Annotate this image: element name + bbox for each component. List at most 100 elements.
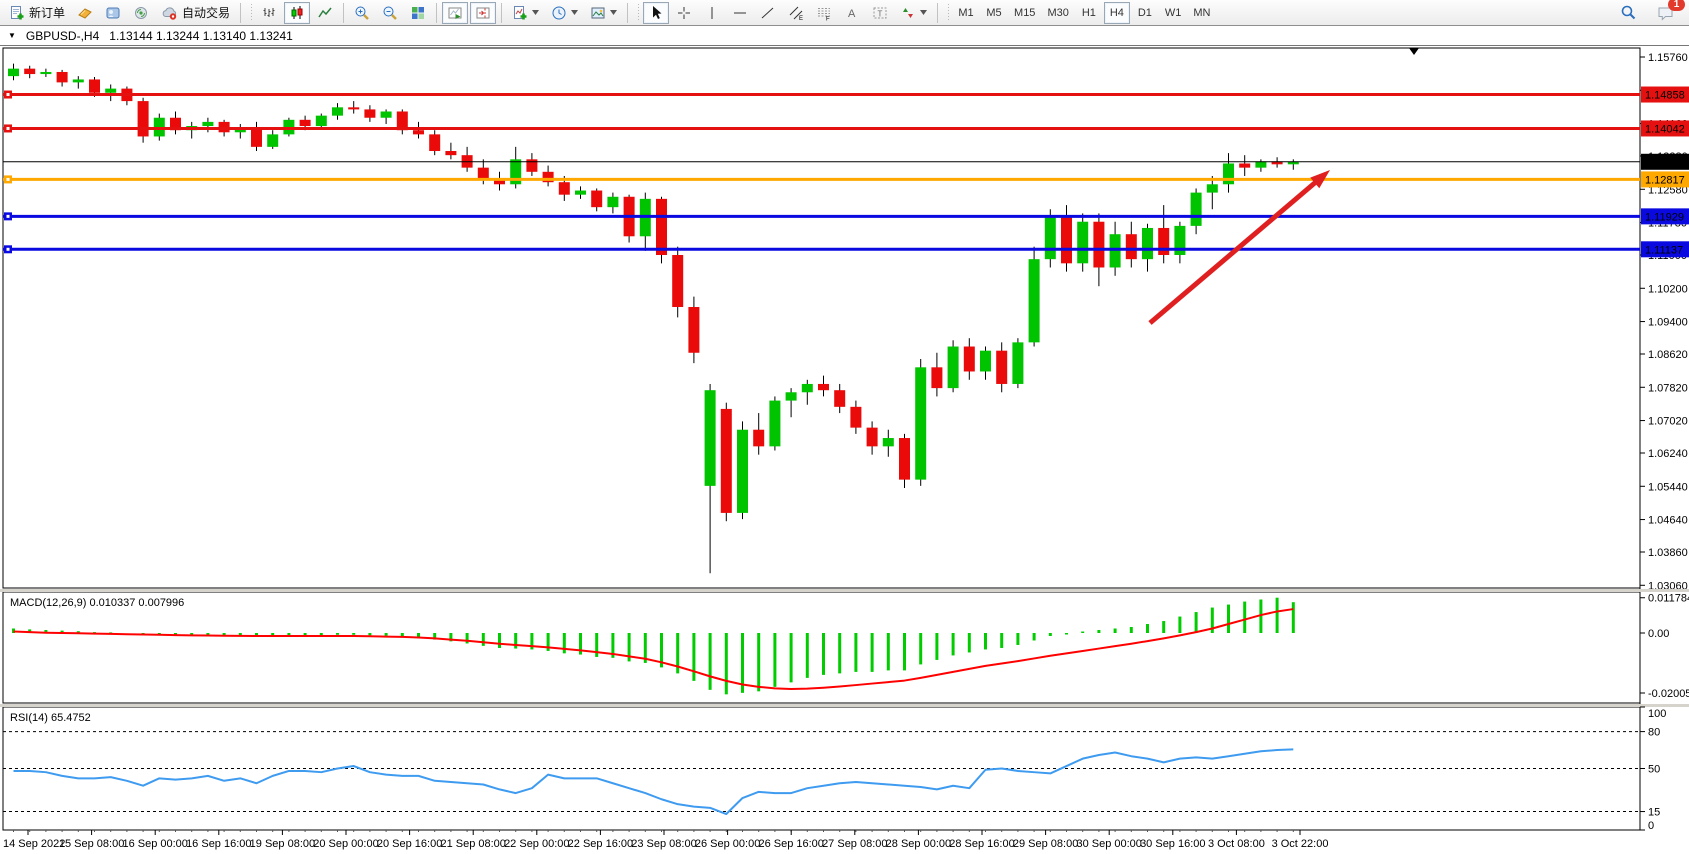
candle-down <box>138 101 149 136</box>
timeframe-button-M30[interactable]: M30 <box>1042 2 1073 24</box>
timeframe-button-M1[interactable]: M1 <box>953 2 979 24</box>
signals-button[interactable] <box>128 2 154 24</box>
trendline-button[interactable] <box>755 2 781 24</box>
candle-up <box>1077 222 1088 264</box>
candle-up <box>316 116 327 126</box>
price-tick-label: 1.06240 <box>1648 448 1688 460</box>
line-handle-center <box>7 93 10 96</box>
timeframe-button-MN[interactable]: MN <box>1188 2 1215 24</box>
candle-up <box>737 430 748 513</box>
templates-button[interactable] <box>585 2 622 24</box>
time-tick-label: 26 Sep 16:00 <box>758 838 823 850</box>
tile-windows-button[interactable] <box>405 2 431 24</box>
price-tick-label: 1.10200 <box>1648 283 1688 295</box>
chart-shift-icon <box>475 5 491 21</box>
candle-down <box>559 182 570 194</box>
cursor-button[interactable] <box>643 2 669 24</box>
crosshair-button[interactable] <box>671 2 697 24</box>
text-button[interactable]: A <box>839 2 865 24</box>
bar-chart-button[interactable] <box>256 2 282 24</box>
macd-label: MACD(12,26,9) 0.010337 0.007996 <box>10 597 184 609</box>
mt4-window: 新订单 自动交易 <box>0 0 1689 854</box>
candle-up <box>1012 342 1023 384</box>
chart-symbol-label: GBPUSD-,H4 <box>26 29 99 43</box>
toolbar-group-drawing: E F A T <box>643 2 932 24</box>
text-label-button[interactable]: T <box>867 2 893 24</box>
fibonacci-icon: F <box>816 5 832 21</box>
fibonacci-button[interactable]: F <box>811 2 837 24</box>
candle-up <box>1223 163 1234 184</box>
periods-button[interactable] <box>546 2 583 24</box>
auto-trading-icon <box>161 5 178 21</box>
candle-up <box>1110 234 1121 267</box>
candle-up <box>1191 193 1202 226</box>
indicators-button[interactable] <box>507 2 544 24</box>
time-tick-label: 22 Sep 16:00 <box>568 838 633 850</box>
zoom-out-button[interactable] <box>377 2 403 24</box>
rsi-label: RSI(14) 65.4752 <box>10 712 91 724</box>
timeframe-button-H1[interactable]: H1 <box>1076 2 1102 24</box>
time-tick-label: 29 Sep 08:00 <box>1013 838 1078 850</box>
candle-up <box>1029 259 1040 342</box>
candle-down <box>1158 228 1169 255</box>
arrows-button[interactable] <box>895 2 932 24</box>
time-tick-label: 28 Sep 00:00 <box>886 838 951 850</box>
toolbar-group-chart-type <box>256 2 338 24</box>
auto-trading-button[interactable]: 自动交易 <box>156 2 235 24</box>
timeframe-button-M15[interactable]: M15 <box>1009 2 1040 24</box>
candlestick-chart-button[interactable] <box>284 2 310 24</box>
pane-splitter[interactable] <box>0 589 1689 592</box>
candle-down <box>413 130 424 134</box>
time-tick-label: 15 Sep 08:00 <box>59 838 124 850</box>
timeframe-button-W1[interactable]: W1 <box>1160 2 1187 24</box>
line-handle-center <box>7 178 10 181</box>
new-order-button[interactable]: 新订单 <box>4 2 70 24</box>
line-handle-center <box>7 248 10 251</box>
market-watch-button[interactable] <box>72 2 98 24</box>
price-tick-label: 1.04640 <box>1648 515 1688 527</box>
pane-splitter[interactable] <box>0 704 1689 707</box>
trendline-icon <box>760 5 776 21</box>
vertical-line-button[interactable] <box>699 2 725 24</box>
candle-up <box>575 191 586 195</box>
candle-down <box>688 307 699 353</box>
candle-down <box>931 367 942 388</box>
zoom-in-button[interactable] <box>349 2 375 24</box>
data-window-button[interactable] <box>100 2 126 24</box>
auto-scroll-icon <box>447 5 463 21</box>
channel-button[interactable]: E <box>783 2 809 24</box>
auto-scroll-button[interactable] <box>442 2 468 24</box>
toolbar-right: 1 <box>1615 2 1679 24</box>
candle-up <box>883 438 894 446</box>
timeframe-button-M5[interactable]: M5 <box>981 2 1007 24</box>
dropdown-caret-icon <box>920 10 927 15</box>
vertical-line-icon <box>704 5 720 21</box>
zoom-in-icon <box>354 5 370 21</box>
candle-down <box>24 69 35 74</box>
time-tick-label: 3 Oct 22:00 <box>1272 838 1329 850</box>
candle-down <box>964 347 975 372</box>
time-tick-label: 23 Sep 08:00 <box>631 838 696 850</box>
chart-canvas[interactable]: 1.157601.149601.141601.133801.125801.117… <box>0 46 1689 854</box>
new-order-icon <box>9 5 25 21</box>
search-button[interactable] <box>1615 2 1642 24</box>
notifications-button[interactable]: 1 <box>1652 2 1679 24</box>
time-tick-label: 30 Sep 16:00 <box>1140 838 1205 850</box>
macd-pane[interactable] <box>3 592 1640 703</box>
time-tick-label: 16 Sep 16:00 <box>186 838 251 850</box>
search-icon <box>1620 4 1637 21</box>
timeframe-button-H4[interactable]: H4 <box>1104 2 1130 24</box>
indicators-icon <box>512 5 528 21</box>
candle-up <box>1255 161 1266 167</box>
timeframe-button-D1[interactable]: D1 <box>1132 2 1158 24</box>
window-menu-icon[interactable]: ▼ <box>8 31 16 40</box>
candle-down <box>656 199 667 255</box>
horizontal-line-button[interactable] <box>727 2 753 24</box>
chart-shift-button[interactable] <box>470 2 496 24</box>
rsi-tick-label: 0 <box>1648 820 1654 832</box>
price-badge-label: 1.12817 <box>1645 174 1685 186</box>
signals-icon <box>133 5 149 21</box>
toolbar: 新订单 自动交易 <box>0 0 1689 26</box>
line-chart-button[interactable] <box>312 2 338 24</box>
candle-up <box>1207 184 1218 192</box>
